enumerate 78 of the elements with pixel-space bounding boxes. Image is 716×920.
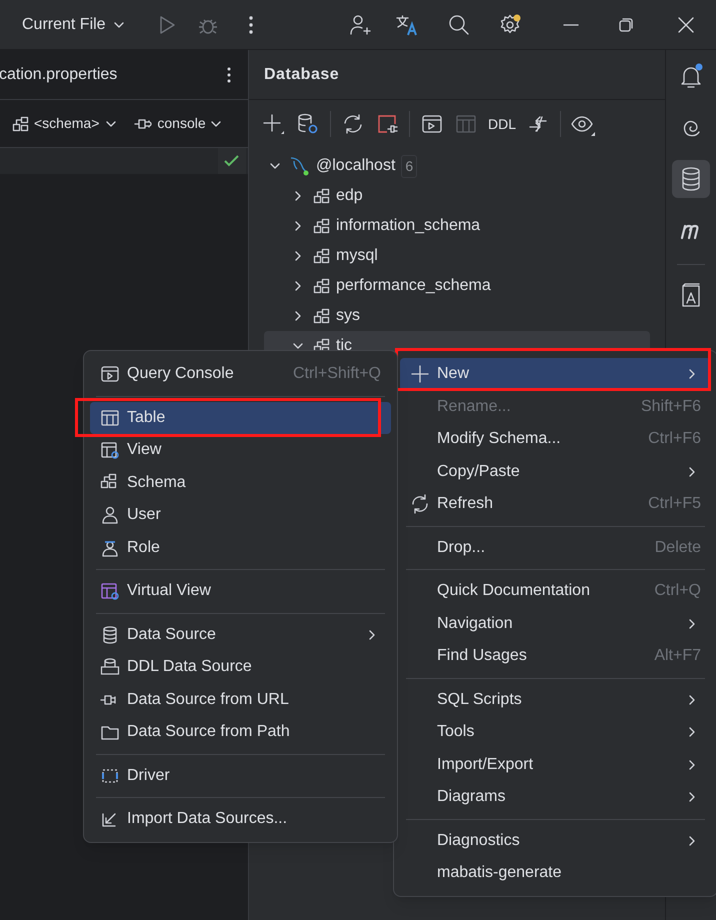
translate-icon[interactable] [396,14,420,36]
shortcut-label: Delete [654,538,701,558]
menu-item[interactable]: Driver [90,760,391,792]
tree-label: mysql [336,246,378,266]
ddl-button[interactable]: DDL [488,114,516,134]
menu-item[interactable]: Copy/Paste [400,456,711,488]
menu-item[interactable]: Role [90,532,391,564]
dolphin-icon [288,155,310,177]
shortcut-label: Ctrl+F5 [648,494,701,514]
editor-tab-title[interactable]: cation.properties [0,62,118,86]
schema-icon [313,308,330,324]
table-search-icon [100,581,120,602]
menu-item[interactable]: Find Usages Alt+F7 [400,640,711,672]
menu-item[interactable]: Virtual View [90,575,391,608]
more-icon[interactable] [226,66,232,84]
shortcut-label: Alt+F7 [654,646,701,666]
session-selector[interactable]: console [134,113,223,134]
tree-row[interactable]: edp [264,181,650,211]
tree-label: sys [336,306,360,326]
schema-icon [313,278,330,294]
schema-icon [12,116,29,132]
search-icon[interactable] [448,14,470,36]
menu-item[interactable]: View [90,434,391,466]
menu-item[interactable]: Diagnostics [400,824,711,857]
menu-item[interactable]: DDL Data Source [90,651,391,684]
menu-item[interactable]: Tools [400,716,711,748]
menu-item[interactable]: New [400,358,711,390]
schema-icon [313,188,330,204]
menu-item[interactable]: Refresh Ctrl+F5 [400,488,711,520]
plug-icon [134,116,154,130]
database-settings-icon[interactable] [296,112,320,136]
menu-item[interactable]: Navigation [400,608,711,640]
user-icon [100,505,120,526]
tree-label: tic [336,336,352,356]
shortcut-label: Shift+F6 [640,396,701,417]
tree-label: information_schema [336,216,480,236]
tree-row[interactable]: sys [264,301,650,331]
tree-row[interactable]: mysql [264,241,650,271]
tree-row[interactable]: information_schema [264,211,650,241]
schema-icon [313,248,330,264]
tree-label: performance_schema [336,276,491,296]
tree-label: @localhost [316,156,396,176]
menu-item[interactable]: Diagrams [400,781,711,814]
shortcut-label: Ctrl+F6 [648,429,701,450]
tree-row[interactable]: performance_schema [264,271,650,301]
add-icon[interactable] [262,112,286,136]
tree-label: edp [336,186,363,206]
table-icon [100,408,120,428]
panel-title: Database [264,64,340,84]
menu-item[interactable]: Modify Schema... Ctrl+F6 [400,423,711,456]
count-badge: 6 [401,154,418,178]
tree-row[interactable]: @localhost 6 [264,151,650,181]
menu-item[interactable]: Data Source from URL [90,684,391,716]
menu-item[interactable]: Quick Documentation Ctrl+Q [400,575,711,608]
add-icon [410,364,430,384]
menu-item[interactable]: Schema [90,466,391,499]
shortcut-label: Ctrl+Shift+Q [292,364,381,384]
refresh-icon [410,494,430,514]
menu-item[interactable]: Query Console Ctrl+Shift+Q [90,358,391,390]
database-icon [100,657,120,678]
menu-item[interactable]: Data Source from Path [90,716,391,748]
menu-item[interactable]: mabatis-generate [400,857,711,890]
run-configuration-dropdown[interactable]: Current File [22,12,126,36]
add-user-icon[interactable] [349,14,371,36]
menu-item[interactable]: Drop... Delete [400,532,711,564]
table-search-icon [100,440,120,460]
menu-item[interactable]: Data Source [90,618,391,651]
menu-item[interactable]: Table [90,402,391,434]
menu-item[interactable]: SQL Scripts [400,684,711,716]
console-icon [100,364,120,384]
schema-selector[interactable]: <schema> [12,113,118,134]
settings-icon[interactable] [499,14,521,36]
shortcut-label: Ctrl+Q [654,581,701,602]
menu-item[interactable]: User [90,499,391,532]
menu-item[interactable]: Import/Export [400,748,711,781]
menu-item[interactable]: Import Data Sources... [90,803,391,836]
schema-icon [313,218,330,234]
database-icon[interactable] [672,160,710,198]
